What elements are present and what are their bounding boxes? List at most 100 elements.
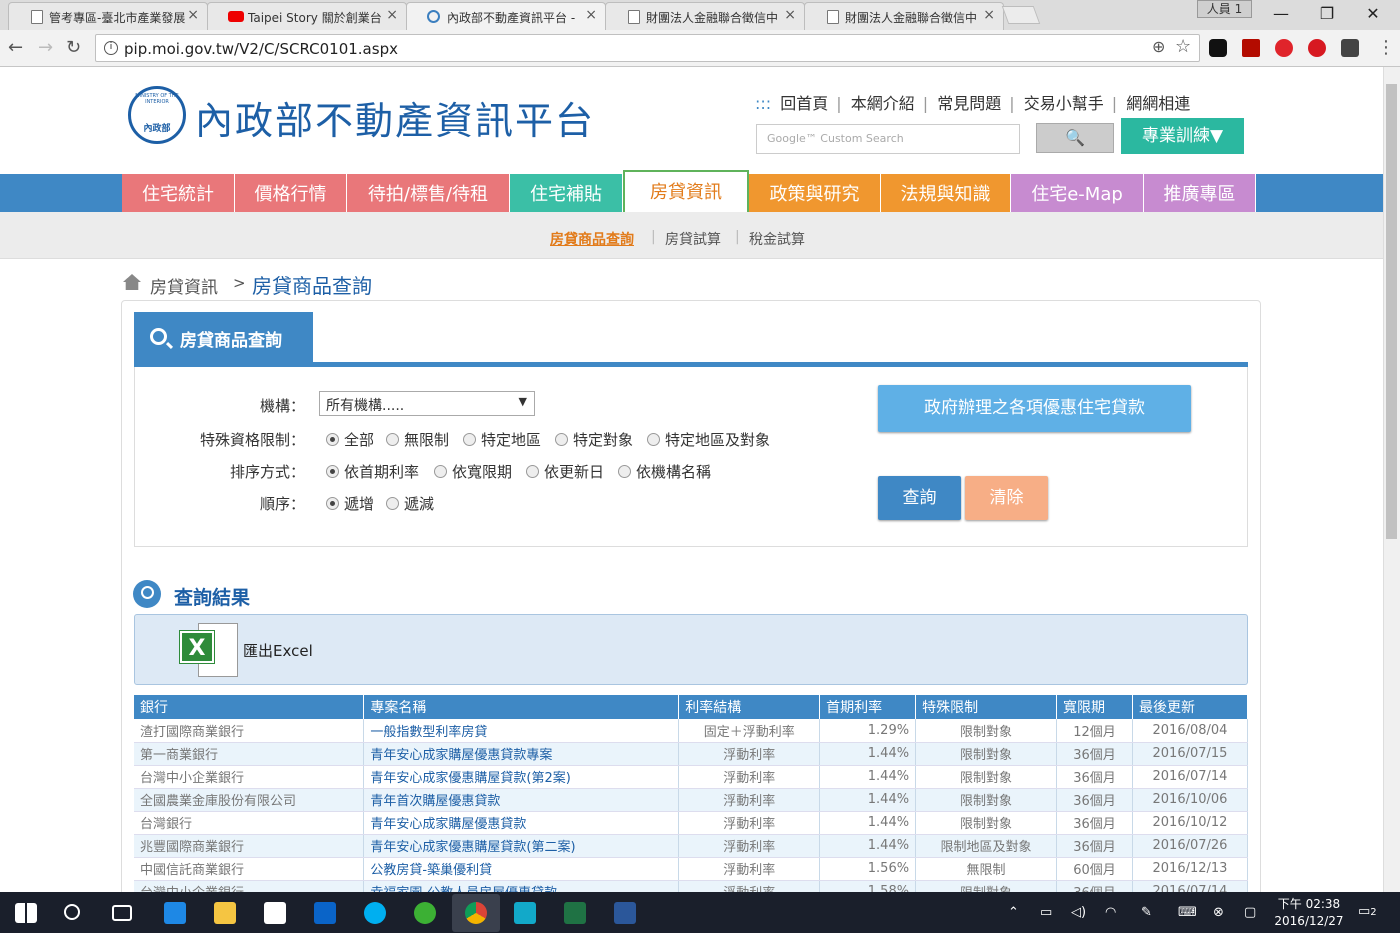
breadcrumb-parent[interactable]: 房貸資訊: [150, 273, 218, 298]
volume-icon[interactable]: ◁): [1071, 905, 1086, 920]
column-header[interactable]: 特殊限制: [915, 695, 1058, 719]
notification-icon[interactable]: ▭2: [1358, 904, 1377, 919]
project-link[interactable]: 青年安心成家優惠購屋貸款(第二案): [363, 834, 680, 858]
column-header[interactable]: 首期利率: [819, 695, 917, 719]
excel-taskbar-icon[interactable]: [564, 902, 586, 924]
ministry-logo[interactable]: MINISTRY OF THE INTERIOR 內政部: [128, 86, 186, 144]
browser-tab[interactable]: 財團法人金融聯合徵信中 ×: [804, 2, 1004, 30]
training-dropdown-button[interactable]: 專業訓練▼: [1121, 118, 1244, 154]
battery-icon[interactable]: ▭: [1040, 905, 1052, 920]
keyboard-icon[interactable]: ⌨: [1178, 905, 1197, 920]
close-window-button[interactable]: ✕: [1363, 4, 1383, 23]
bookmark-star-icon[interactable]: ☆: [1175, 36, 1191, 57]
clear-button[interactable]: 清除: [965, 476, 1048, 520]
radio-qualification-all[interactable]: 全部: [326, 429, 374, 450]
institution-select[interactable]: 所有機構..... ▼: [319, 391, 535, 416]
close-tab-icon[interactable]: ×: [386, 7, 398, 23]
toplink-links[interactable]: 網網相連: [1126, 94, 1190, 113]
wifi-icon[interactable]: ◠: [1105, 905, 1116, 920]
nav-item[interactable]: 房貸資訊: [623, 170, 749, 214]
app-icon[interactable]: [514, 902, 536, 924]
subnav-loan-product-search[interactable]: 房貸商品查詢: [550, 229, 634, 249]
browser-tab[interactable]: Taipei Story 關於創業台 ×: [207, 2, 407, 30]
project-link[interactable]: 青年安心成家購屋優惠貸款專案: [363, 742, 680, 766]
nav-item[interactable]: 住宅統計: [122, 174, 235, 212]
restore-button[interactable]: ❐: [1317, 4, 1337, 23]
browser-tab[interactable]: 管考專區-臺北市產業發展 ×: [8, 2, 208, 30]
window-icon[interactable]: ▢: [1244, 905, 1256, 920]
browser-tab[interactable]: 財團法人金融聯合徵信中 ×: [605, 2, 805, 30]
column-header[interactable]: 利率結構: [678, 695, 821, 719]
browser-tab-active[interactable]: 內政部不動產資訊平台 - ×: [406, 2, 606, 30]
address-bar[interactable]: i pip.moi.gov.tw/V2/C/SCRC0101.aspx: [95, 34, 1200, 62]
word-taskbar-icon[interactable]: [614, 902, 636, 924]
excel-icon[interactable]: X: [180, 623, 238, 677]
file-explorer-icon[interactable]: [214, 902, 236, 924]
site-title[interactable]: 內政部不動產資訊平台: [195, 90, 595, 145]
subnav-tax-calculator[interactable]: 稅金試算: [749, 229, 805, 249]
gov-housing-loan-button[interactable]: 政府辦理之各項優惠住宅貸款: [878, 385, 1191, 432]
radio-order-desc[interactable]: 遞減: [386, 493, 434, 514]
wechat-icon[interactable]: [414, 902, 436, 924]
radio-qualification-none[interactable]: 無限制: [386, 429, 449, 450]
home-icon[interactable]: [123, 274, 141, 290]
search-icon[interactable]: [64, 904, 80, 920]
close-tab-icon[interactable]: ×: [983, 7, 995, 23]
new-tab-button[interactable]: [1001, 6, 1041, 24]
nav-item[interactable]: 住宅e-Map: [1011, 174, 1144, 212]
query-button[interactable]: 查詢: [878, 476, 961, 520]
chrome-taskbar-icon[interactable]: [452, 894, 500, 932]
chrome-menu-icon[interactable]: ⋮: [1377, 37, 1395, 58]
windows-start-icon[interactable]: [15, 903, 37, 923]
tray-chevron-icon[interactable]: ⌃: [1008, 905, 1019, 920]
extension-icon[interactable]: [1209, 39, 1227, 57]
project-link[interactable]: 一般指數型利率房貸: [363, 719, 680, 743]
nav-item[interactable]: 法規與知識: [881, 174, 1011, 212]
forward-icon[interactable]: →: [38, 37, 53, 58]
nav-item[interactable]: 推廣專區: [1144, 174, 1256, 212]
toplink-helper[interactable]: 交易小幫手: [1024, 94, 1104, 113]
radio-sort-update[interactable]: 依更新日: [526, 461, 604, 482]
close-tab-icon[interactable]: ×: [784, 7, 796, 23]
toplink-home[interactable]: 回首頁: [780, 94, 828, 113]
outlook-icon[interactable]: [314, 902, 336, 924]
toplink-faq[interactable]: 常見問題: [937, 94, 1001, 113]
project-link[interactable]: 青年安心成家優惠購屋貸款(第2案): [363, 765, 680, 789]
store-icon[interactable]: [264, 902, 286, 924]
taskbar-clock[interactable]: 下午 02:38 2016/12/27: [1274, 896, 1344, 930]
back-icon[interactable]: ←: [8, 37, 23, 58]
site-search-input[interactable]: Google™ Custom Search: [756, 124, 1020, 154]
pinterest-extension-icon[interactable]: [1275, 39, 1293, 57]
column-header[interactable]: 最後更新: [1132, 695, 1249, 719]
subnav-loan-calculator[interactable]: 房貸試算: [665, 229, 721, 249]
radio-order-asc[interactable]: 遞增: [326, 493, 374, 514]
radio-qualification-target[interactable]: 特定對象: [555, 429, 633, 450]
radio-qualification-region[interactable]: 特定地區: [463, 429, 541, 450]
radio-sort-institution[interactable]: 依機構名稱: [618, 461, 711, 482]
close-tab-icon[interactable]: ×: [187, 7, 199, 23]
column-header[interactable]: 銀行: [134, 695, 365, 719]
minimize-button[interactable]: —: [1271, 4, 1291, 23]
export-excel-link[interactable]: 匯出Excel: [243, 640, 313, 661]
pen-icon[interactable]: ✎: [1141, 905, 1152, 920]
radio-sort-grace[interactable]: 依寬限期: [434, 461, 512, 482]
column-header[interactable]: 寬限期: [1056, 695, 1133, 719]
close-tab-icon[interactable]: ×: [585, 7, 597, 23]
nav-item[interactable]: 待拍/標售/待租: [347, 174, 510, 212]
profile-button[interactable]: 人員 1: [1197, 0, 1252, 18]
toplink-about[interactable]: 本網介紹: [851, 94, 915, 113]
zoom-icon[interactable]: ⊕: [1152, 37, 1165, 56]
reload-icon[interactable]: ↻: [66, 37, 81, 58]
nav-item[interactable]: 價格行情: [235, 174, 347, 212]
column-header[interactable]: 專案名稱: [363, 695, 680, 719]
project-link[interactable]: 青年首次購屋優惠貸款: [363, 788, 680, 812]
info-icon[interactable]: i: [104, 41, 118, 55]
edge-browser-icon[interactable]: [164, 902, 186, 924]
project-link[interactable]: 青年安心成家購屋優惠貸款: [363, 811, 680, 835]
task-view-icon[interactable]: [112, 905, 132, 921]
radio-sort-rate[interactable]: 依首期利率: [326, 461, 419, 482]
extension-icon[interactable]: [1341, 39, 1359, 57]
radio-qualification-region-target[interactable]: 特定地區及對象: [647, 429, 770, 450]
nav-item[interactable]: 政策與研究: [749, 174, 881, 212]
skype-icon[interactable]: [364, 902, 386, 924]
